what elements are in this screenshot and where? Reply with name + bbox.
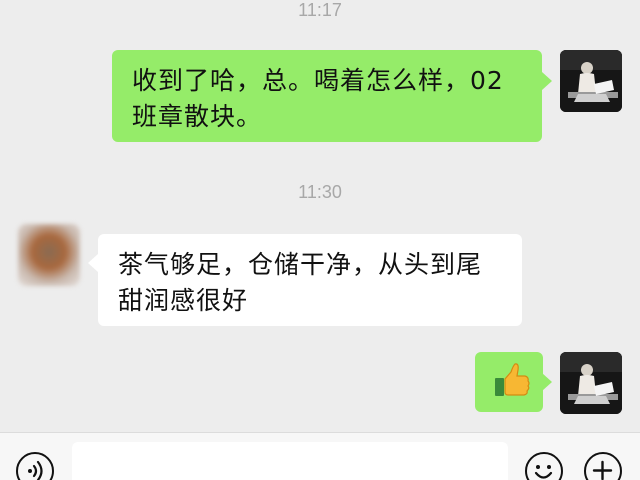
self-avatar[interactable] <box>560 352 622 414</box>
voice-icon <box>28 460 43 480</box>
message-text: 收到了哈，总。喝着怎么样，02班章散块。 <box>132 66 504 131</box>
bubble-tail <box>542 72 552 90</box>
chat-screen: 11:17 收到了哈，总。喝着怎么样，02班章散块。 11:30 茶气够足，仓储… <box>0 0 640 480</box>
timestamp: 11:17 <box>298 0 342 20</box>
contact-avatar[interactable] <box>18 224 80 286</box>
thumbs-up-icon <box>495 363 530 396</box>
emoji-icon <box>534 465 553 479</box>
bubble-tail <box>88 254 98 272</box>
person-reading-icon <box>560 352 622 414</box>
self-avatar[interactable] <box>560 50 622 112</box>
more-button[interactable] <box>584 452 622 480</box>
incoming-message-bubble[interactable]: 茶气够足，仓储干净，从头到尾甜润感很好 <box>98 234 522 326</box>
outgoing-message-bubble[interactable]: 收到了哈，总。喝着怎么样，02班章散块。 <box>112 50 542 142</box>
voice-button[interactable] <box>16 452 54 480</box>
person-reading-icon <box>560 50 622 112</box>
emoji-button[interactable] <box>525 452 563 480</box>
message-input[interactable] <box>72 442 508 480</box>
plus-icon <box>592 460 613 480</box>
outgoing-message-bubble[interactable] <box>475 352 543 412</box>
message-text: 茶气够足，仓储干净，从头到尾甜润感很好 <box>118 250 483 315</box>
timestamp: 11:30 <box>298 182 342 202</box>
bubble-tail <box>542 373 552 391</box>
